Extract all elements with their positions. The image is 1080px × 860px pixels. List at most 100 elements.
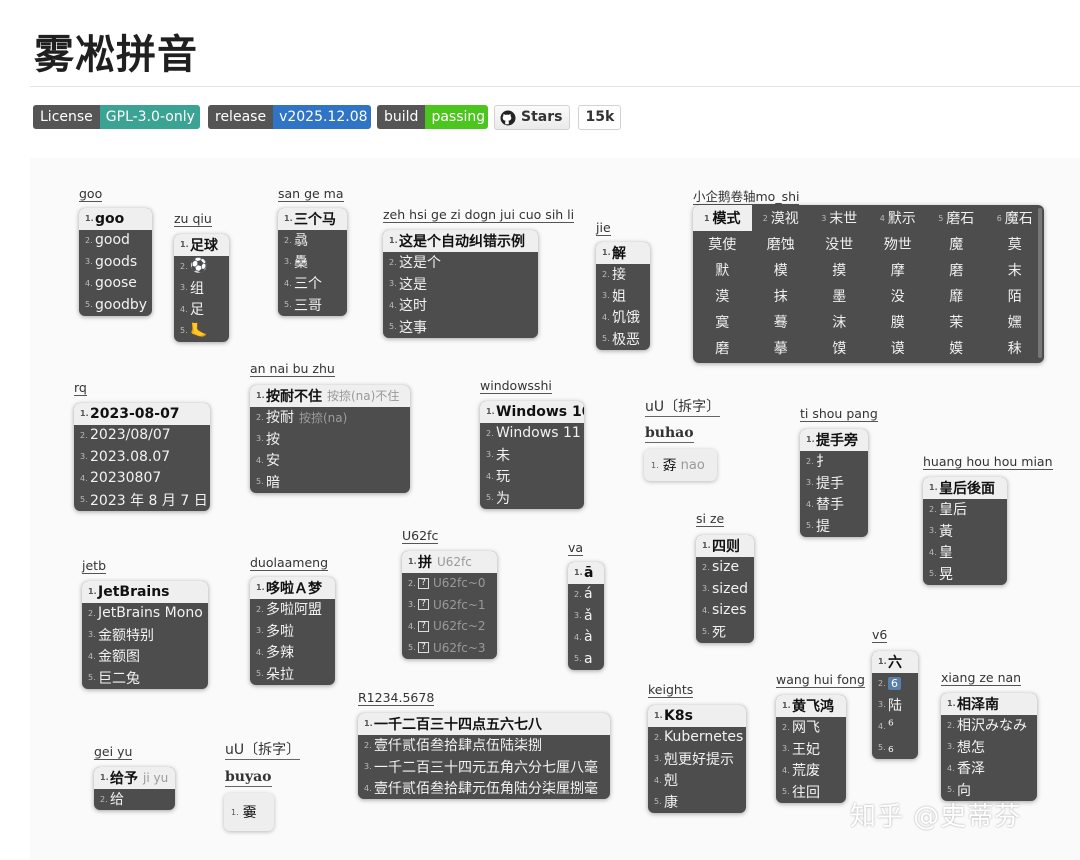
candidate-row[interactable]: 1. 三个马 [278,208,347,230]
candidate-cell[interactable]: 蓦 [752,309,811,335]
candidate-row[interactable]: 2. 皇后 [923,499,1007,521]
candidate-row[interactable]: 4. 这时 [383,295,538,317]
candidate-row[interactable]: 3. 想怎 [941,736,1037,758]
candidate-row[interactable]: 5. goodby [79,294,152,316]
candidate-row[interactable]: 4. 多辣 [250,642,335,664]
candidate-row[interactable]: 5. 🦶 [174,320,229,342]
candidate-cell[interactable]: 茉 [927,309,986,335]
candidate-cell[interactable]: 嫫 [927,335,986,361]
candidate-cell[interactable]: 摹 [752,335,811,361]
candidate-row[interactable]: 3. 王妃 [776,738,846,760]
candidate-row[interactable]: 4. 香泽 [941,758,1037,780]
candidate-row[interactable]: 2. 给 [94,789,175,811]
candidate-row[interactable]: 1. 这是个自动纠错示例 [383,230,538,252]
candidate-row[interactable]: 2. ⚽ [174,256,229,278]
candidate-row[interactable]: 4. 饥饿 [596,307,650,329]
candidate-cell[interactable]: 歾世 [869,231,928,257]
candidate-cell[interactable]: 沫 [810,309,869,335]
candidate-row[interactable]: 1. JetBrains [82,581,208,603]
candidate-cell[interactable]: 磨蚀 [752,231,811,257]
candidate-row[interactable]: 2. Kubernetes [648,727,746,749]
candidate-row[interactable]: 2. Windows 11 [480,423,584,445]
candidate-row[interactable]: 5. 提 [800,515,868,537]
candidate-row[interactable]: 1. ā [568,562,604,584]
candidate-row[interactable]: 1. 提手旁 [800,429,868,451]
candidate-row[interactable]: 3. ǎ [568,605,604,627]
candidate-cell[interactable]: 磨 [927,257,986,283]
candidate-cell[interactable]: 4 默示 [869,205,928,231]
candidate-cell[interactable]: 6 魔石 [986,205,1045,231]
candidate-row[interactable]: 5. 极恶 [596,328,650,350]
candidate-text[interactable]: 孬 [663,455,677,475]
candidate-row[interactable]: 2. 骉 [278,230,347,252]
candidate-row[interactable]: 1. 哆啦Ａ梦 [250,577,335,599]
scrollbar[interactable] [1038,208,1042,358]
stars-button[interactable]: Stars [494,105,571,130]
candidate-row[interactable]: 4. 金额图 [82,646,208,668]
candidate-row[interactable]: 4. 20230807 [74,468,210,490]
candidate-row[interactable]: 1. 拼 U62fc [402,551,497,573]
candidate-row[interactable]: 3. 2023.08.07 [74,446,210,468]
candidate-cell[interactable]: 末 [986,257,1045,283]
candidate-row[interactable]: 4. 足 [174,299,229,321]
candidate-row[interactable]: 5. 三哥 [278,294,347,316]
candidate-row[interactable]: 2.? U62fc~0 [402,573,497,595]
candidate-row[interactable]: 4. 安 [250,450,410,472]
candidate-row[interactable]: 2. 接 [596,264,650,286]
candidate-row[interactable]: 1. 皇后後面 [923,477,1007,499]
candidate-row[interactable]: 1. 六 [872,651,918,673]
candidate-row[interactable]: 3. goods [79,251,152,273]
candidate-cell[interactable]: 嫼 [986,309,1045,335]
candidate-cell[interactable]: 墨 [810,283,869,309]
candidate-row[interactable]: 3. 䯂 [278,251,347,273]
candidate-row[interactable]: 2. 壹仟贰佰叁拾肆点伍陆柒捌 [358,735,610,757]
candidate-row[interactable]: 1. Windows 10 [480,401,584,423]
candidate-row[interactable]: 3. 陆 [872,694,918,716]
candidate-row[interactable]: 1. 足球 [174,234,229,256]
candidate-row[interactable]: 2. 这是个 [383,252,538,274]
candidate-cell[interactable]: 3 末世 [810,205,869,231]
candidate-row[interactable]: 5. 2023 年 8 月 7 日 [74,489,210,511]
candidate-row[interactable]: 5. 康 [648,791,746,813]
candidate-row[interactable]: 1. 按耐不住 按捺(na)不住 [250,385,410,407]
candidate-row[interactable]: 1. goo [79,208,152,230]
candidate-cell[interactable]: 莫 [986,231,1045,257]
candidate-cell[interactable]: 抹 [752,283,811,309]
candidate-row[interactable]: 2. 按耐 按捺(na) [250,407,410,429]
candidate-row[interactable]: 3. sized [696,578,754,600]
candidate-cell[interactable]: 摸 [810,257,869,283]
candidate-row[interactable]: 1. 四则 [696,535,754,557]
candidate-row[interactable]: 2. JetBrains Mono [82,603,208,625]
candidate-cell[interactable]: 没世 [810,231,869,257]
candidate-row[interactable]: 5. 这事 [383,316,538,338]
candidate-cell[interactable]: 默 [693,257,752,283]
candidate-row[interactable]: 5. 死 [696,621,754,643]
candidate-row[interactable]: 1. 一千二百三十四点五六七八 [358,713,610,735]
candidate-row[interactable]: 2. size [696,557,754,579]
candidate-cell[interactable]: 膜 [869,309,928,335]
github-stars-badge[interactable]: Stars 15k [494,105,622,130]
candidate-row[interactable]: 2. 相沢みなみ [941,715,1037,737]
candidate-cell[interactable]: 寞 [693,309,752,335]
candidate-row[interactable]: 5. a [568,648,604,670]
candidate-text[interactable]: 嫑 [243,802,257,822]
candidate-row[interactable]: 2. 6 [872,673,918,695]
candidate-row[interactable]: 5. 巨二兔 [82,667,208,689]
candidate-row[interactable]: 1. 黄飞鸿 [776,695,846,717]
candidate-row[interactable]: 2. good [79,230,152,252]
candidate-row[interactable]: 2. 2023/08/07 [74,425,210,447]
candidate-row[interactable]: 5. 晃 [923,563,1007,585]
candidate-cell[interactable]: 莫使 [693,231,752,257]
candidate-row[interactable]: 4. 玩 [480,466,584,488]
candidate-row[interactable]: 4. sizes [696,600,754,622]
candidate-row[interactable]: 3. 黃 [923,520,1007,542]
candidate-cell[interactable]: 馍 [810,335,869,361]
candidate-row[interactable]: 4. goose [79,273,152,295]
candidate-cell[interactable]: 魔 [927,231,986,257]
candidate-cell[interactable]: 没 [869,283,928,309]
candidate-row[interactable]: 3. 一千二百三十四元五角六分七厘八毫 [358,756,610,778]
candidate-cell[interactable]: 谟 [869,335,928,361]
candidate-row[interactable]: 4.? U62fc~2 [402,616,497,638]
candidate-cell[interactable]: 2 漠视 [752,205,811,231]
candidate-row[interactable]: 4. 荒废 [776,760,846,782]
